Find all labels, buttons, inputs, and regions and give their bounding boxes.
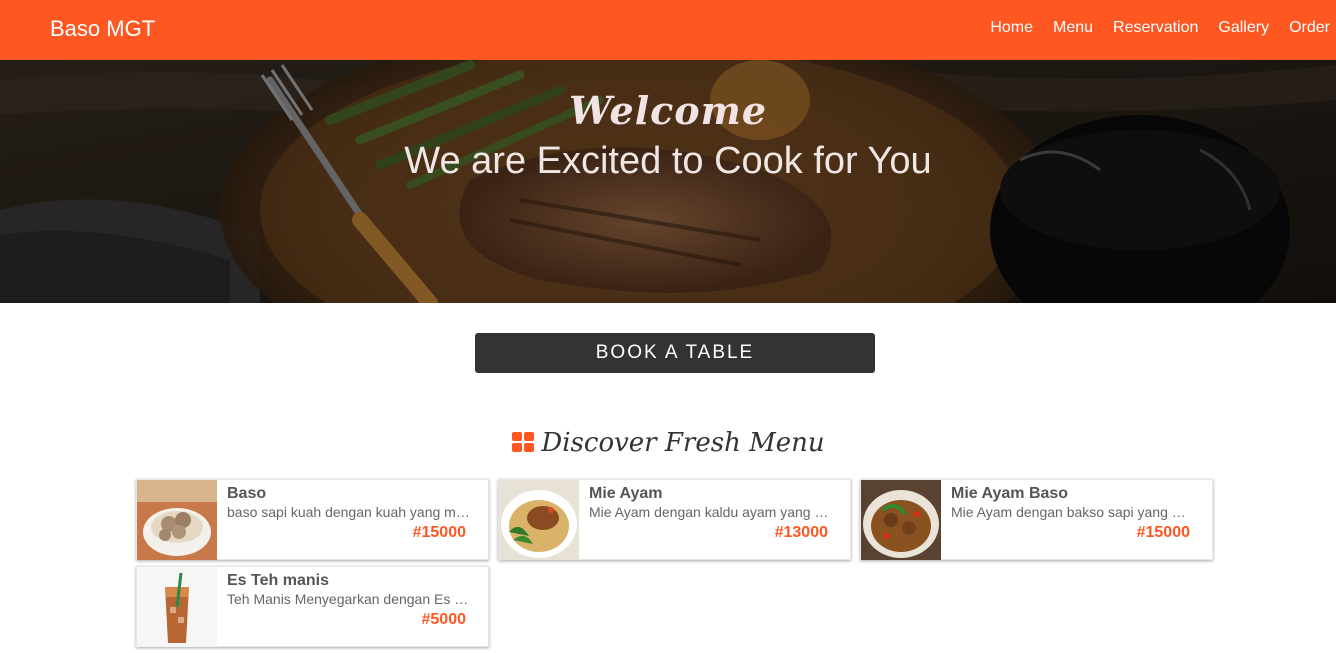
menu-section-title: Discover Fresh Menu <box>0 428 1336 458</box>
menu-item-price: #5000 <box>421 611 467 628</box>
nav-home[interactable]: Home <box>990 17 1033 39</box>
nav-order[interactable]: Order <box>1289 17 1330 39</box>
es-teh-manis-image <box>137 567 217 647</box>
menu-item-description: Mie Ayam dengan kaldu ayam yang mengguga… <box>589 504 834 520</box>
hero-welcome-text: Welcome <box>568 88 768 133</box>
baso-image <box>137 480 217 560</box>
menu-item-name: Es Teh manis <box>227 572 329 589</box>
nav-menu[interactable]: Menu <box>1053 17 1093 39</box>
menu-item-name: Mie Ayam <box>589 485 663 502</box>
hero-banner: Welcome We are Excited to Cook for You <box>0 60 1336 303</box>
brand-logo[interactable]: Baso MGT <box>50 15 155 43</box>
menu-card-mie-ayam-baso[interactable]: Mie Ayam Baso Mie Ayam dengan bakso sapi… <box>860 479 1213 560</box>
menu-item-name: Mie Ayam Baso <box>951 485 1069 502</box>
menu-item-description: baso sapi kuah dengan kuah yang menyegar… <box>227 504 472 520</box>
menu-card-es-teh-manis[interactable]: Es Teh manis Teh Manis Menyegarkan denga… <box>136 566 489 647</box>
mie-ayam-baso-image <box>861 480 941 560</box>
menu-item-price: #15000 <box>1136 524 1190 541</box>
menu-item-description: Teh Manis Menyegarkan dengan Es batu <box>227 591 472 607</box>
menu-item-description: Mie Ayam dengan bakso sapi yang mengguga… <box>951 504 1196 520</box>
mie-ayam-image <box>499 480 579 560</box>
menu-item-price: #13000 <box>774 524 828 541</box>
nav-links: Home Menu Reservation Gallery Order <box>970 17 1330 39</box>
nav-reservation[interactable]: Reservation <box>1113 17 1198 39</box>
grid-icon <box>511 431 535 453</box>
menu-item-price: #15000 <box>412 524 466 541</box>
menu-card-baso[interactable]: Baso baso sapi kuah dengan kuah yang men… <box>136 479 489 560</box>
nav-gallery[interactable]: Gallery <box>1218 17 1269 39</box>
hero-tagline: We are Excited to Cook for You <box>404 140 932 182</box>
menu-section-label: Discover Fresh Menu <box>541 428 825 458</box>
menu-card-mie-ayam[interactable]: Mie Ayam Mie Ayam dengan kaldu ayam yang… <box>498 479 851 560</box>
menu-item-name: Baso <box>227 485 267 502</box>
top-navbar: Baso MGT Home Menu Reservation Gallery O… <box>0 0 1336 60</box>
book-table-button[interactable]: BOOK A TABLE <box>475 333 875 373</box>
